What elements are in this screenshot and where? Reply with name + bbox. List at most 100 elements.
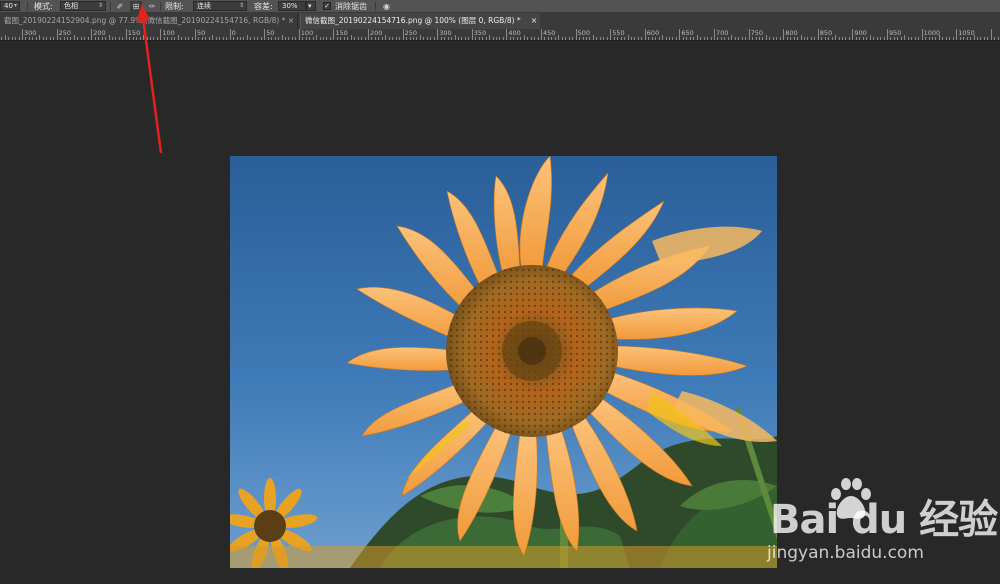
- ruler-tick: [786, 37, 788, 40]
- ruler-tick: [105, 37, 107, 40]
- ruler-tick: [195, 29, 196, 40]
- brush-size-dropdown[interactable]: 40 ▾: [0, 1, 20, 11]
- ruler-tick: [350, 35, 352, 40]
- close-icon[interactable]: ×: [530, 13, 538, 29]
- ruler-tick: [817, 29, 819, 40]
- ruler-tick: [655, 37, 657, 40]
- tolerance-slider-toggle[interactable]: ▾: [306, 1, 316, 11]
- ruler-tick: [15, 37, 17, 40]
- ruler-tick: [343, 37, 345, 40]
- limit-dropdown[interactable]: 连续 ⇕: [193, 1, 247, 11]
- chevron-updown-icon: ⇕: [238, 2, 244, 9]
- ruler-tick: [810, 37, 812, 40]
- ruler-label: 600: [646, 29, 660, 37]
- ruler-tick: [482, 37, 484, 40]
- horizontal-ruler[interactable]: 300 250 200 150 100 50 0 50 100 150 200 250 300 350 40…: [0, 29, 1000, 41]
- sampling-once-icon[interactable]: ⊞: [130, 1, 142, 12]
- ruler-tick: [748, 29, 750, 40]
- ruler-tick: [606, 37, 608, 40]
- ruler-tick: [371, 37, 373, 40]
- ruler-tick: [205, 37, 207, 40]
- ruler-tick: [897, 37, 899, 40]
- ruler-tick: [257, 37, 259, 40]
- ruler-tick: [838, 37, 840, 40]
- ruler-tick: [714, 29, 715, 40]
- separator: [27, 2, 28, 11]
- ruler-tick: [284, 37, 286, 40]
- checkmark-icon: ✓: [324, 2, 330, 10]
- ruler-label: 900: [854, 29, 867, 37]
- ruler-tick: [758, 37, 760, 40]
- ruler-tick: [42, 37, 44, 40]
- ruler-tick: [156, 37, 158, 40]
- document-image[interactable]: [230, 156, 777, 568]
- tolerance-value: 30%: [282, 2, 298, 10]
- sampling-continuous-icon[interactable]: ✐: [114, 1, 126, 12]
- ruler-tick: [250, 37, 252, 40]
- ruler-tick: [734, 37, 736, 40]
- ruler-tick: [842, 37, 844, 40]
- ruler-tick: [167, 37, 169, 40]
- ruler-tick: [845, 37, 847, 40]
- ruler-tick: [288, 37, 290, 40]
- ruler-tick: [150, 37, 152, 40]
- ruler-tick: [561, 37, 563, 40]
- ruler-tick: [492, 37, 494, 40]
- ruler-tick: [139, 37, 141, 40]
- ruler-tick: [696, 35, 698, 40]
- ruler-tick: [406, 37, 408, 40]
- ruler-tick: [949, 37, 951, 40]
- ruler-tick: [893, 37, 895, 40]
- ruler-tick: [457, 37, 459, 40]
- ruler-tick: [707, 37, 709, 40]
- ruler-tick: [447, 37, 449, 40]
- ruler-tick: [610, 29, 612, 40]
- mode-dropdown[interactable]: 色相 ⇕: [60, 1, 106, 11]
- tab-label: 微信截图_20190224154716.png @ 100% (图层 0, RG…: [305, 16, 521, 25]
- ruler-label: 800: [785, 29, 798, 37]
- ruler-tick: [208, 37, 210, 40]
- ruler-label: 750: [750, 29, 764, 37]
- ruler-tick: [727, 37, 729, 40]
- sampling-background-icon[interactable]: ✑: [146, 1, 158, 12]
- mode-label: 模式:: [34, 2, 53, 11]
- ruler-tick: [980, 37, 982, 40]
- ruler-tick: [790, 37, 792, 40]
- ruler-tick: [720, 37, 722, 40]
- ruler-label: 950: [889, 29, 902, 37]
- ruler-tick: [541, 29, 542, 40]
- tab-label: 截图_20190224152904.png @ 77.9% (微信截图_2019…: [4, 16, 286, 25]
- document-tab[interactable]: 截图_20190224152904.png @ 77.9% (微信截图_2019…: [0, 13, 298, 29]
- ruler-tick: [191, 37, 193, 40]
- ruler-tick: [547, 37, 549, 40]
- ruler-tick: [423, 37, 425, 40]
- antialias-checkbox[interactable]: ✓: [323, 2, 331, 10]
- tolerance-input[interactable]: 30%: [278, 1, 306, 11]
- ruler-tick: [129, 37, 131, 40]
- ruler-tick: [537, 37, 539, 40]
- ruler-tick: [613, 37, 615, 40]
- limit-label: 限制:: [165, 2, 184, 11]
- ruler-tick: [783, 29, 785, 40]
- ruler-tick: [527, 37, 529, 40]
- ruler-tick: [440, 37, 442, 40]
- close-icon[interactable]: ×: [287, 13, 295, 29]
- ruler-label: 850: [819, 29, 833, 37]
- ruler-tick: [115, 37, 117, 40]
- document-tab-active[interactable]: 微信截图_20190224154716.png @ 100% (图层 0, RG…: [300, 13, 540, 29]
- ruler-tick: [118, 37, 120, 40]
- ruler-tick: [226, 37, 228, 40]
- ruler-tick: [745, 37, 747, 40]
- ruler-tick: [385, 35, 387, 40]
- ruler-tick: [831, 37, 833, 40]
- ruler-tick: [395, 37, 397, 40]
- tolerance-label: 容差:: [254, 2, 273, 11]
- pressure-size-icon[interactable]: ◉: [380, 1, 393, 12]
- ruler-tick: [835, 35, 837, 40]
- ruler-tick: [675, 37, 677, 40]
- ruler-tick: [419, 35, 421, 40]
- ruler-tick: [326, 37, 328, 40]
- ruler-tick: [146, 37, 148, 40]
- ruler-tick: [662, 35, 664, 40]
- ruler-tick: [700, 37, 702, 40]
